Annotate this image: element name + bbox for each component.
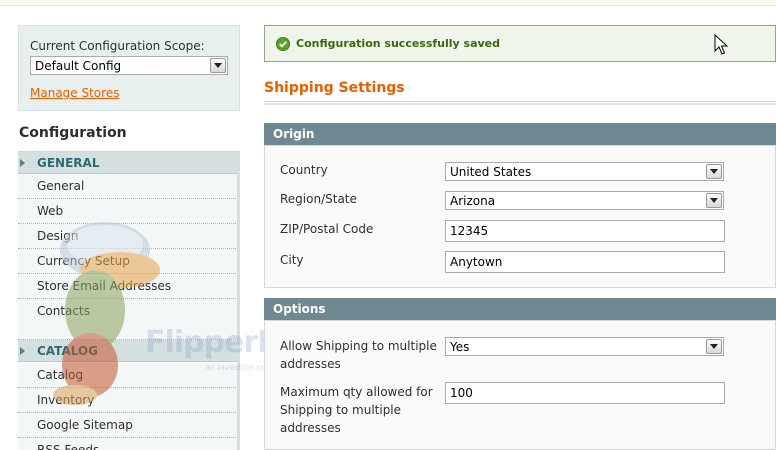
title-divider <box>264 101 776 105</box>
sidebar-item-general[interactable]: General <box>18 174 240 199</box>
section-general[interactable]: GENERAL <box>18 152 240 174</box>
max-qty-label-line: Shipping to multiple <box>280 403 402 417</box>
multi-shipping-select-value: Yes <box>450 340 470 354</box>
region-select[interactable]: Arizona <box>445 191 724 210</box>
chevron-down-icon <box>210 58 226 73</box>
max-qty-label-line: addresses <box>280 421 341 435</box>
region-label: Region/State <box>280 192 357 206</box>
multi-shipping-select[interactable]: Yes <box>445 337 724 356</box>
sidebar-item-currency-setup[interactable]: Currency Setup <box>18 249 240 274</box>
sidebar-item-store-email-addresses[interactable]: Store Email Addresses <box>18 274 240 299</box>
section-catalog-label: CATALOG <box>37 344 98 358</box>
top-bar <box>0 0 776 6</box>
sidebar-item-contacts[interactable]: Contacts <box>18 299 240 340</box>
zip-label: ZIP/Postal Code <box>280 222 374 236</box>
max-qty-label-line: Maximum qty allowed for <box>280 385 433 399</box>
chevron-down-icon <box>706 339 722 354</box>
zip-input[interactable]: 12345 <box>445 220 725 242</box>
success-message-text: Configuration successfully saved <box>296 37 501 50</box>
sidebar-item-catalog[interactable]: Catalog <box>18 363 240 388</box>
origin-section-header[interactable]: Origin <box>264 123 776 145</box>
triangle-right-icon <box>20 159 25 167</box>
section-catalog[interactable]: CATALOG <box>18 340 240 362</box>
sidebar-item-google-sitemap[interactable]: Google Sitemap <box>18 413 240 438</box>
sidebar-item-inventory[interactable]: Inventory <box>18 388 240 413</box>
country-select-value: United States <box>450 165 532 179</box>
sidebar-rail <box>237 152 240 450</box>
city-input[interactable]: Anytown <box>445 251 725 273</box>
sidebar-item-web[interactable]: Web <box>18 199 240 224</box>
success-message: Configuration successfully saved <box>264 25 776 62</box>
chevron-down-icon <box>706 164 722 179</box>
scope-select-value: Default Config <box>35 59 122 73</box>
check-circle-icon <box>276 37 290 51</box>
max-qty-label: Maximum qty allowed for Shipping to mult… <box>280 383 433 437</box>
country-label: Country <box>280 163 328 177</box>
triangle-right-icon <box>20 347 25 355</box>
section-general-label: GENERAL <box>37 156 100 170</box>
manage-stores-link[interactable]: Manage Stores <box>30 86 119 100</box>
configuration-title: Configuration <box>18 114 240 152</box>
multi-shipping-label-line: addresses <box>280 357 341 371</box>
sidebar-item-design[interactable]: Design <box>18 224 240 249</box>
scope-label: Current Configuration Scope: <box>30 39 205 53</box>
region-select-value: Arizona <box>450 194 496 208</box>
scope-switcher: Current Configuration Scope: Default Con… <box>18 25 240 111</box>
city-label: City <box>280 253 304 267</box>
page-title: Shipping Settings <box>264 80 405 96</box>
multi-shipping-label: Allow Shipping to multiple addresses <box>280 337 437 373</box>
mouse-pointer-icon <box>714 34 728 55</box>
max-qty-input[interactable]: 100 <box>445 382 725 404</box>
sidebar-item-rss-feeds[interactable]: RSS Feeds <box>18 438 240 450</box>
scope-select[interactable]: Default Config <box>30 56 228 75</box>
chevron-down-icon <box>706 193 722 208</box>
options-section-header[interactable]: Options <box>264 298 776 320</box>
multi-shipping-label-line: Allow Shipping to multiple <box>280 339 437 353</box>
country-select[interactable]: United States <box>445 162 724 181</box>
